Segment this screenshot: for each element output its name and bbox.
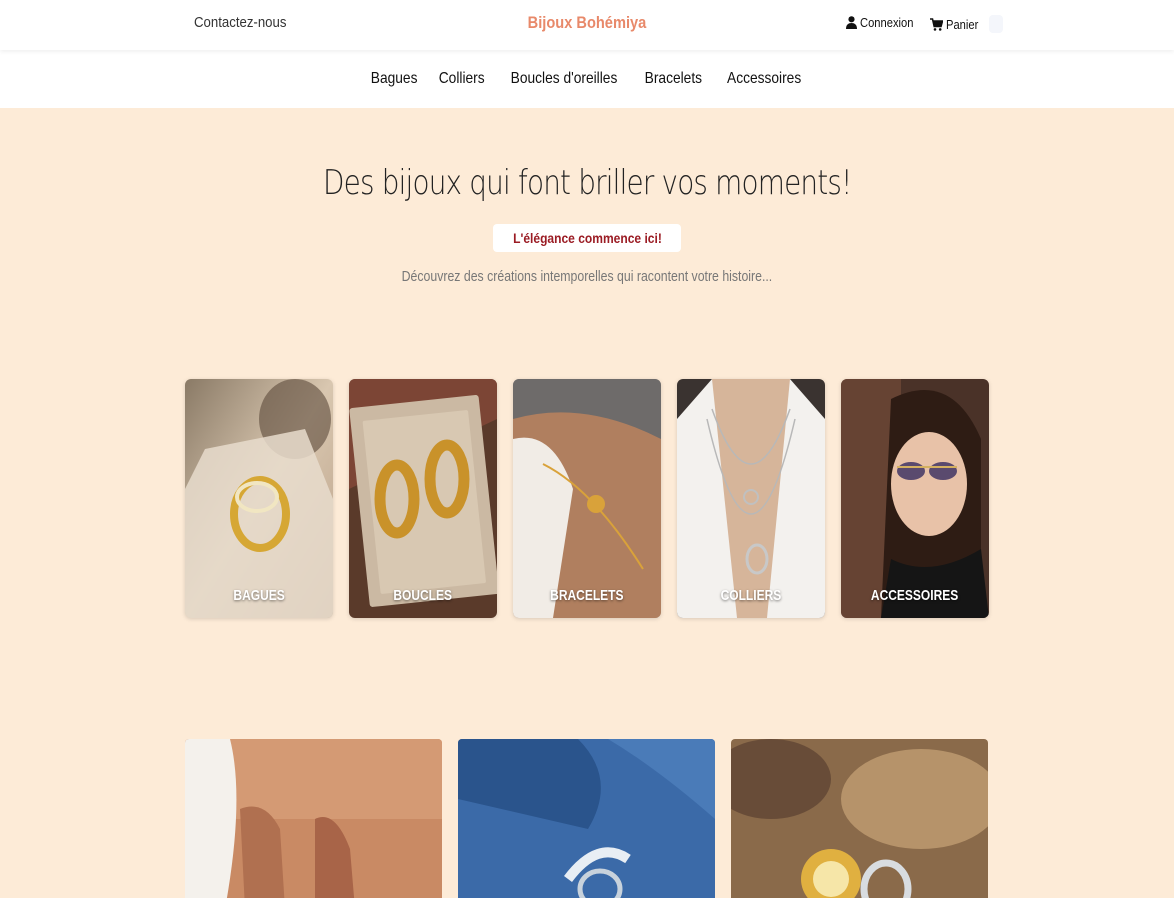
category-card-colliers[interactable]: COLLIERS <box>677 379 825 618</box>
login-label: Connexion <box>860 15 914 30</box>
necklace-image <box>677 379 825 618</box>
product-grid <box>185 739 989 898</box>
top-bar: Contactez-nous Bijoux Bohémiya Connexion… <box>0 0 1174 50</box>
cart-icon <box>930 17 943 31</box>
hero-subtitle-wrapper: Découvrez des créations intemporelles qu… <box>0 268 1174 285</box>
gold-sun-ring-image <box>731 739 988 898</box>
category-label: BAGUES <box>185 587 333 604</box>
category-cards: BAGUES BOUCLES BRACELETS COLLIERS ACCESS… <box>185 379 989 618</box>
category-card-boucles[interactable]: BOUCLES <box>349 379 497 618</box>
category-nav: Bagues Colliers Boucles d'oreilles Brace… <box>0 50 1174 108</box>
category-card-bracelets[interactable]: BRACELETS <box>513 379 661 618</box>
silver-ring-denim-image <box>458 739 715 898</box>
hero-badge-wrapper: L'élégance commence ici! <box>0 224 1174 252</box>
category-card-accessoires[interactable]: ACCESSOIRES <box>841 379 989 618</box>
product-card[interactable] <box>185 739 442 898</box>
product-card[interactable] <box>458 739 715 898</box>
cart-link[interactable]: Panier <box>930 15 1003 33</box>
hero-badge-text: L'élégance commence ici! <box>512 230 662 246</box>
nav-item-colliers[interactable]: Colliers <box>439 70 485 88</box>
contact-link[interactable]: Contactez-nous <box>194 14 286 31</box>
hero-subtitle: Découvrez des créations intemporelles qu… <box>401 268 773 285</box>
category-label-text: ACCESSOIRES <box>871 587 959 604</box>
hero-title: Des bijoux qui font briller vos moments! <box>322 163 852 203</box>
category-label: BOUCLES <box>349 587 497 604</box>
hand-sweater-image <box>185 739 442 898</box>
category-label: ACCESSOIRES <box>841 587 989 604</box>
category-label-text: BRACELETS <box>550 587 624 604</box>
ring-image <box>185 379 333 618</box>
category-label-text: BAGUES <box>233 587 285 604</box>
sunglasses-woman-image <box>841 379 989 618</box>
category-label: COLLIERS <box>677 587 825 604</box>
user-icon <box>846 16 857 29</box>
nav-item-bagues[interactable]: Bagues <box>371 70 418 88</box>
earrings-image <box>349 379 497 618</box>
category-label: BRACELETS <box>513 587 661 604</box>
product-card[interactable] <box>731 739 988 898</box>
login-link[interactable]: Connexion <box>846 15 922 30</box>
category-label-text: COLLIERS <box>720 587 782 604</box>
nav-item-accessoires[interactable]: Accessoires <box>727 70 801 88</box>
hero-badge: L'élégance commence ici! <box>492 224 682 252</box>
cart-count-badge <box>988 15 1003 33</box>
brand-logo[interactable]: Bijoux Bohémiya <box>528 13 647 33</box>
nav-item-boucles[interactable]: Boucles d'oreilles <box>511 70 618 88</box>
nav-item-bracelets[interactable]: Bracelets <box>645 70 702 88</box>
category-label-text: BOUCLES <box>393 587 453 604</box>
bracelet-image <box>513 379 661 618</box>
hero-title-wrapper: Des bijoux qui font briller vos moments! <box>0 163 1174 203</box>
cart-label: Panier <box>946 16 979 32</box>
category-card-bagues[interactable]: BAGUES <box>185 379 333 618</box>
